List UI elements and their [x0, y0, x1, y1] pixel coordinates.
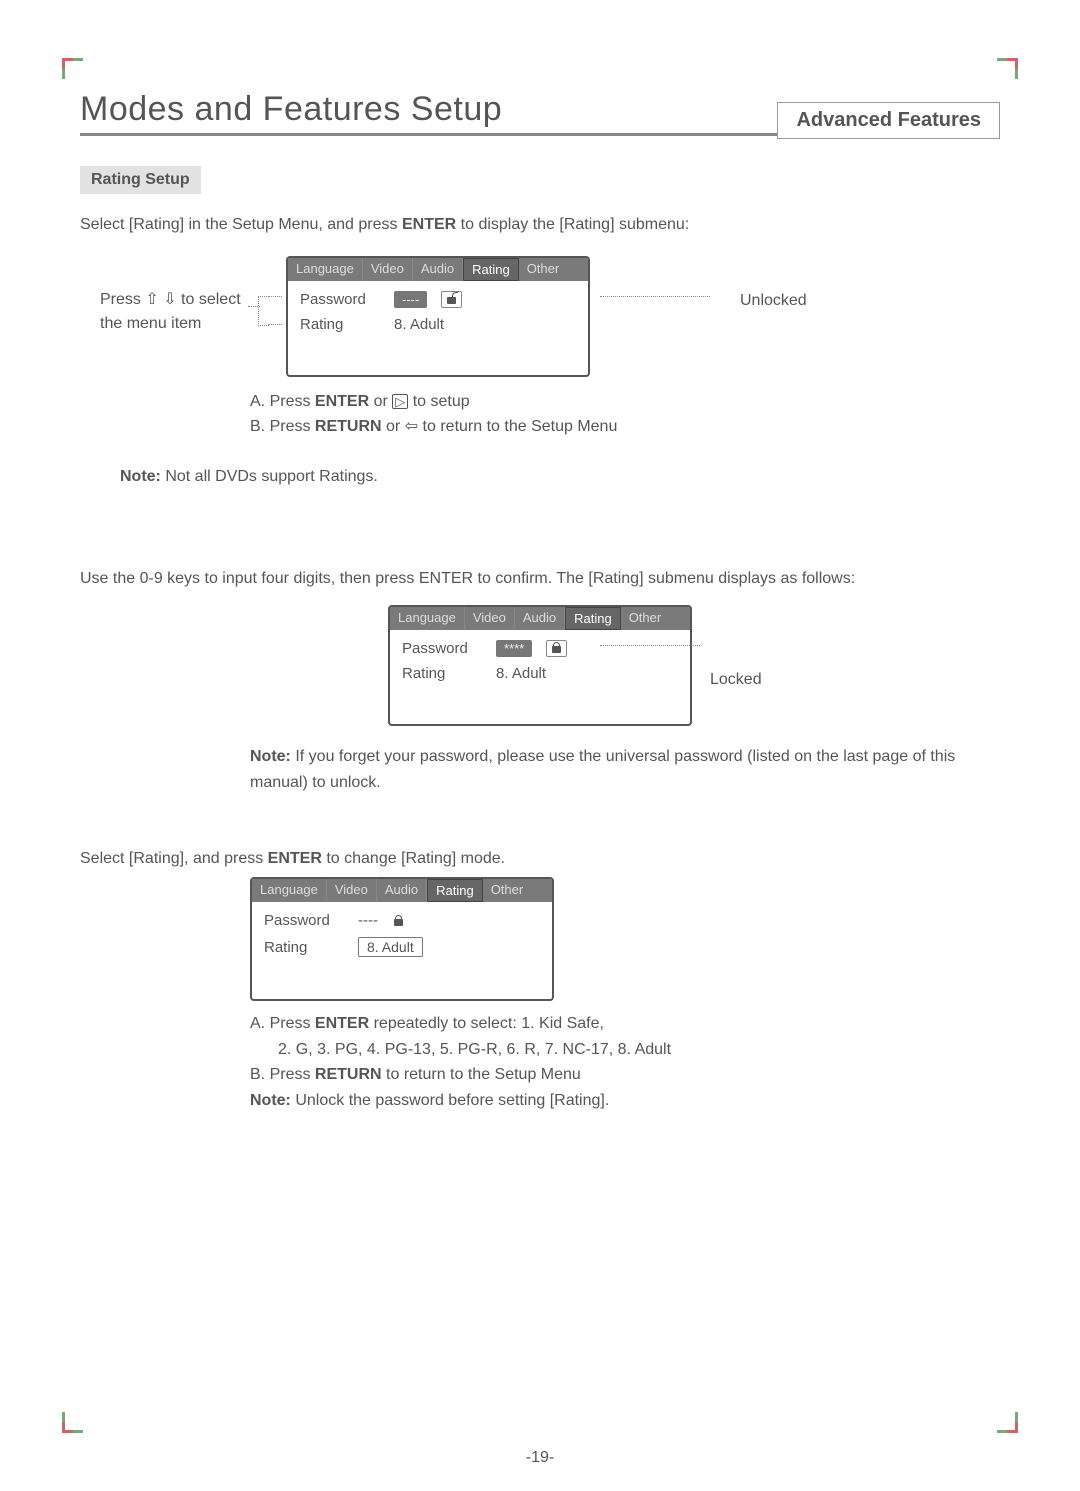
- menu3-password-row: Password ----: [264, 912, 540, 929]
- step1a: A. Press ENTER or ▷ to setup: [250, 389, 1000, 415]
- note-2: Note: If you forget your password, pleas…: [250, 744, 1000, 795]
- page-title: Modes and Features Setup: [80, 90, 502, 129]
- crop-mark-bl: [62, 1412, 83, 1433]
- intro-bold: ENTER: [402, 216, 456, 233]
- status-locked: Locked: [710, 671, 762, 689]
- tab-other: Other: [519, 258, 568, 281]
- tab3-video: Video: [327, 879, 377, 902]
- lock-open-icon: [441, 291, 462, 308]
- menu1-rating-row: Rating 8. Adult: [300, 316, 576, 333]
- para-3: Select [Rating], and press ENTER to chan…: [80, 846, 1000, 872]
- tab3-language: Language: [252, 879, 327, 902]
- tab2-audio: Audio: [515, 607, 565, 630]
- steps-1: A. Press ENTER or ▷ to setup B. Press RE…: [250, 389, 1000, 440]
- hint-left: Press ⇧ ⇩ to select the menu item: [100, 288, 250, 336]
- tabs-2: Language Video Audio Rating Other: [390, 607, 690, 630]
- menu1-rating-label: Rating: [300, 316, 380, 333]
- note2-label: Note:: [250, 748, 291, 765]
- menu3-rating-row: Rating 8. Adult: [264, 937, 540, 957]
- intro-post: to display the [Rating] submenu:: [456, 216, 689, 233]
- menu2-rating-value: 8. Adult: [496, 665, 546, 682]
- menu2-password-row: Password ****: [402, 640, 678, 657]
- menu1-password-row: Password ----: [300, 291, 576, 308]
- status-unlocked: Unlocked: [740, 292, 807, 310]
- menu-box-2: Language Video Audio Rating Other Passwo…: [388, 605, 692, 726]
- section-rating-setup: Rating Setup: [80, 166, 201, 194]
- para-2: Use the 0-9 keys to input four digits, t…: [80, 566, 1000, 592]
- step3-note: Note: Unlock the password before setting…: [250, 1088, 1000, 1114]
- menu-box-3: Language Video Audio Rating Other Passwo…: [250, 877, 554, 1001]
- menu3-rating-label: Rating: [264, 939, 344, 956]
- intro-pre: Select [Rating] in the Setup Menu, and p…: [80, 216, 402, 233]
- intro-text: Select [Rating] in the Setup Menu, and p…: [80, 212, 1000, 238]
- tab2-rating: Rating: [565, 607, 621, 630]
- crop-mark-br: [997, 1412, 1018, 1433]
- menu2-password-value: ****: [496, 640, 532, 657]
- tab-audio: Audio: [413, 258, 463, 281]
- menu-body-1: Password ---- Rating 8. Adult: [288, 281, 588, 375]
- arrow-right-bracket-icon: ▷: [392, 394, 408, 409]
- menu-2-wrap: Language Video Audio Rating Other Passwo…: [80, 605, 1000, 726]
- tab2-language: Language: [390, 607, 465, 630]
- menu2-rating-row: Rating 8. Adult: [402, 665, 678, 682]
- page: Modes and Features Setup Advanced Featur…: [0, 0, 1080, 1491]
- menu2-rating-label: Rating: [402, 665, 482, 682]
- tab3-other: Other: [483, 879, 532, 902]
- page-number: -19-: [526, 1449, 554, 1467]
- tab-video: Video: [363, 258, 413, 281]
- tab-language: Language: [288, 258, 363, 281]
- menu1-password-label: Password: [300, 291, 380, 308]
- menu3-password-label: Password: [264, 912, 344, 929]
- menu1-rating-value: 8. Adult: [394, 316, 444, 333]
- menu2-password-label: Password: [402, 640, 482, 657]
- arrow-left-return-icon: ⇦: [405, 419, 418, 435]
- menu-3-wrap: Language Video Audio Rating Other Passwo…: [250, 877, 1000, 1001]
- tab2-video: Video: [465, 607, 515, 630]
- tab-rating: Rating: [463, 258, 519, 281]
- hint-left-text: Press ⇧ ⇩ to select the menu item: [100, 291, 241, 332]
- menu3-password-value: ----: [358, 912, 378, 929]
- menu-body-3: Password ---- Rating 8. Adult: [252, 902, 552, 999]
- step3b: B. Press RETURN to return to the Setup M…: [250, 1062, 1000, 1088]
- note1-text: Not all DVDs support Ratings.: [161, 468, 378, 485]
- note2-text: If you forget your password, please use …: [250, 748, 955, 791]
- step1b: B. Press RETURN or ⇦ to return to the Se…: [250, 414, 1000, 440]
- tab3-rating: Rating: [427, 879, 483, 902]
- advanced-features-box: Advanced Features: [777, 102, 1000, 139]
- menu3-rating-value: 8. Adult: [358, 937, 423, 957]
- header-row: Modes and Features Setup Advanced Featur…: [80, 90, 1000, 136]
- tab2-other: Other: [621, 607, 670, 630]
- tab3-audio: Audio: [377, 879, 427, 902]
- content-area: Modes and Features Setup Advanced Featur…: [70, 60, 1010, 1114]
- note1-label: Note:: [120, 468, 161, 485]
- row-1: Press ⇧ ⇩ to select the menu item Langua…: [80, 256, 1000, 377]
- lock-closed-icon-3: [392, 912, 405, 929]
- steps-3: A. Press ENTER repeatedly to select: 1. …: [250, 1011, 1000, 1113]
- menu1-password-value: ----: [394, 291, 427, 308]
- note-1: Note: Not all DVDs support Ratings.: [120, 468, 1000, 486]
- menu-box-1: Language Video Audio Rating Other Passwo…: [286, 256, 590, 377]
- step3a-line2: 2. G, 3. PG, 4. PG-13, 5. PG-R, 6. R, 7.…: [278, 1037, 1000, 1063]
- tabs-3: Language Video Audio Rating Other: [252, 879, 552, 902]
- lock-closed-icon: [546, 640, 567, 657]
- step3a: A. Press ENTER repeatedly to select: 1. …: [250, 1011, 1000, 1037]
- tabs-1: Language Video Audio Rating Other: [288, 258, 588, 281]
